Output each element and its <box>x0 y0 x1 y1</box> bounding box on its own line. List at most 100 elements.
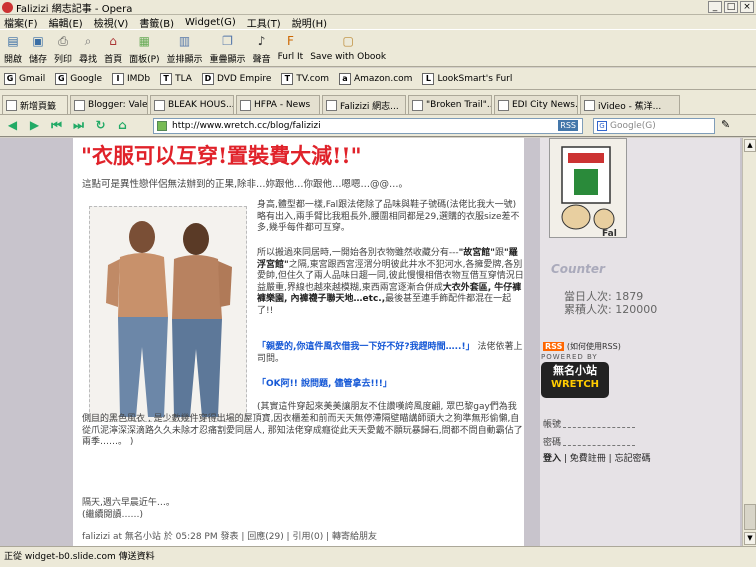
toolbar-label: Furl It <box>277 52 304 62</box>
post-footer[interactable]: falizizi at 無名小站 於 05:28 PM 發表 | 回應(29) … <box>82 529 377 542</box>
home-icon: ⌂ <box>109 34 117 48</box>
tab-4[interactable]: Falizizi 網志... <box>322 95 406 114</box>
fast-forward-icon[interactable]: ⏭ <box>70 118 87 133</box>
menu-item-2[interactable]: 檢視(V) <box>94 15 129 30</box>
continue-reading-link[interactable]: (繼續閱讀……) <box>82 507 143 520</box>
close-button[interactable]: × <box>740 1 754 13</box>
bookmark-label: TLA <box>175 73 192 84</box>
voice-icon: ♪ <box>257 34 266 48</box>
menu-item-4[interactable]: Widget(G) <box>185 17 236 28</box>
bookmark-1[interactable]: G Google <box>55 72 102 85</box>
password-label: 密碼 <box>543 438 562 448</box>
search-field[interactable]: G Google(G) <box>593 118 715 134</box>
bookmark-7[interactable]: L LookSmart's Furl <box>422 72 512 85</box>
scroll-up-button[interactable]: ▲ <box>744 139 756 152</box>
tab-bar: 新增頁籤 Blogger: Vale ... BLEAK HOUS... HFPA -… <box>0 90 756 115</box>
post-intro: 這點可是異性戀伴侶無法辦到的正果,除非…妳跟他…你跟他…嗯嗯…@@…。 <box>82 179 409 190</box>
tab-label: BLEAK HOUS... <box>168 100 234 110</box>
minimize-button[interactable]: _ <box>708 1 722 13</box>
post-photo <box>89 206 247 422</box>
back-icon[interactable]: ◀ <box>4 118 21 133</box>
tab-7[interactable]: iVideo - 蕉洋... <box>580 95 680 114</box>
site-favicon <box>157 121 167 131</box>
menu-item-3[interactable]: 書籤(B) <box>139 15 174 30</box>
bookmark-favicon-icon: G <box>4 72 16 85</box>
bookmark-6[interactable]: a Amazon.com <box>338 72 412 85</box>
toolbar-button-7[interactable]: ❐ 重疊顯示 <box>210 30 246 65</box>
forward-icon[interactable]: ▶ <box>26 118 43 133</box>
tab-3[interactable]: HFPA - News <box>236 95 320 114</box>
tab-label: "Broken Trail"... <box>426 100 492 110</box>
register-link[interactable]: 免費註冊 <box>570 454 606 464</box>
toolbar-label: 儲存 <box>29 55 48 65</box>
google-search-icon: G <box>597 121 607 131</box>
tab-favicon-icon <box>240 99 251 111</box>
scroll-thumb[interactable] <box>744 504 756 530</box>
vertical-scrollbar[interactable]: ▲ ▼ <box>742 138 756 546</box>
bookmark-favicon-icon: a <box>338 72 351 85</box>
login-links: 登入 | 免費註冊 | 忘記密碼 <box>543 454 651 464</box>
reload-icon[interactable]: ↻ <box>92 118 109 133</box>
total-visits: 累積人次: 120000 <box>564 303 658 316</box>
rewind-icon[interactable]: ⏮ <box>48 118 65 133</box>
cartoon-mascot-icon: Fal <box>561 146 617 239</box>
login-link[interactable]: 登入 <box>543 454 561 464</box>
password-input[interactable] <box>563 445 635 446</box>
toolbar-button-6[interactable]: ▥ 並排顯示 <box>167 30 203 65</box>
bookmark-3[interactable]: T TLA <box>160 72 192 85</box>
bookmark-favicon-icon: G <box>55 72 68 85</box>
tab-5[interactable]: "Broken Trail"... <box>408 95 492 114</box>
tools-icon[interactable]: ✎ <box>721 118 730 131</box>
tab-1[interactable]: Blogger: Vale ... <box>70 95 148 114</box>
toolbar-button-1[interactable]: ▣ 儲存 <box>29 30 47 65</box>
svg-text:Fal: Fal <box>602 229 617 239</box>
toolbar-label: 聲音 <box>252 55 271 65</box>
toolbar-button-2[interactable]: ⎙ 列印 <box>54 30 72 65</box>
account-input[interactable] <box>563 427 635 428</box>
toolbar-button-10[interactable]: ▢ Save with Obook <box>310 30 386 62</box>
tab-favicon-icon <box>584 99 595 111</box>
menu-item-0[interactable]: 檔案(F) <box>4 15 38 30</box>
address-field[interactable]: http://www.wretch.cc/blog/falizizi RSS <box>153 118 583 134</box>
toolbar-button-4[interactable]: ⌂ 首頁 <box>104 30 122 65</box>
bookmark-2[interactable]: I IMDb <box>112 72 150 85</box>
bookmark-favicon-icon: L <box>422 72 435 85</box>
toolbar-button-9[interactable]: F Furl It <box>278 30 304 62</box>
menu-item-6[interactable]: 說明(H) <box>292 15 327 30</box>
bookmark-0[interactable]: G Gmail <box>4 72 45 85</box>
obook-icon: ▢ <box>342 34 354 48</box>
tab-favicon-icon <box>326 99 337 111</box>
toolbar-button-5[interactable]: ▦ 面板(P) <box>129 30 159 65</box>
maximize-button[interactable]: □ <box>724 1 738 13</box>
title-bar: Falizizi 網志記事 - Opera _ □ × <box>0 0 756 15</box>
toolbar-label: 列印 <box>54 55 73 65</box>
tab-label: EDI City News... <box>512 100 578 110</box>
bookmark-favicon-icon: T <box>281 72 294 85</box>
toolbar-button-3[interactable]: ⌕ 尋找 <box>79 30 97 65</box>
tab-favicon-icon <box>154 99 165 111</box>
panel-icon: ▦ <box>138 34 150 48</box>
two-men-photo-icon <box>90 207 246 421</box>
toolbar-label: 重疊顯示 <box>209 55 246 65</box>
scroll-down-button[interactable]: ▼ <box>744 532 756 545</box>
home-nav-icon[interactable]: ⌂ <box>114 118 131 133</box>
menu-item-5[interactable]: 工具(T) <box>247 15 281 30</box>
tab-0[interactable]: 新增頁籤 <box>2 95 68 114</box>
toolbar-button-0[interactable]: ▤ 開啟 <box>4 30 22 65</box>
wretch-logo[interactable]: 無名小站 WRETCH <box>541 362 609 398</box>
tab-2[interactable]: BLEAK HOUS... <box>150 95 234 114</box>
rss-help[interactable]: RSS (如何使用RSS) <box>543 341 621 352</box>
toolbar-label: 首頁 <box>104 55 123 65</box>
bookmark-label: DVD Empire <box>216 73 272 84</box>
forgot-password-link[interactable]: 忘記密碼 <box>615 454 651 464</box>
tab-6[interactable]: EDI City News... <box>494 95 578 114</box>
page-viewport: "衣服可以互穿!置裝費大減!!" 這點可是異性戀伴侶無法辦到的正果,除非…妳跟他… <box>0 138 742 546</box>
toolbar-button-8[interactable]: ♪ 聲音 <box>253 30 271 65</box>
menu-item-1[interactable]: 編輯(E) <box>49 15 83 30</box>
bookmark-4[interactable]: D DVD Empire <box>201 72 272 85</box>
page-left-border <box>0 138 73 546</box>
tab-favicon-icon <box>412 99 423 111</box>
bookmark-5[interactable]: T TV.com <box>281 72 329 85</box>
rss-feed-icon[interactable]: RSS <box>558 120 578 131</box>
post-paragraph-1: 身高,體型都一樣,Fal跟法佬除了品味與鞋子號碼(法佬比我大一號)略有出入,兩手… <box>257 200 520 233</box>
